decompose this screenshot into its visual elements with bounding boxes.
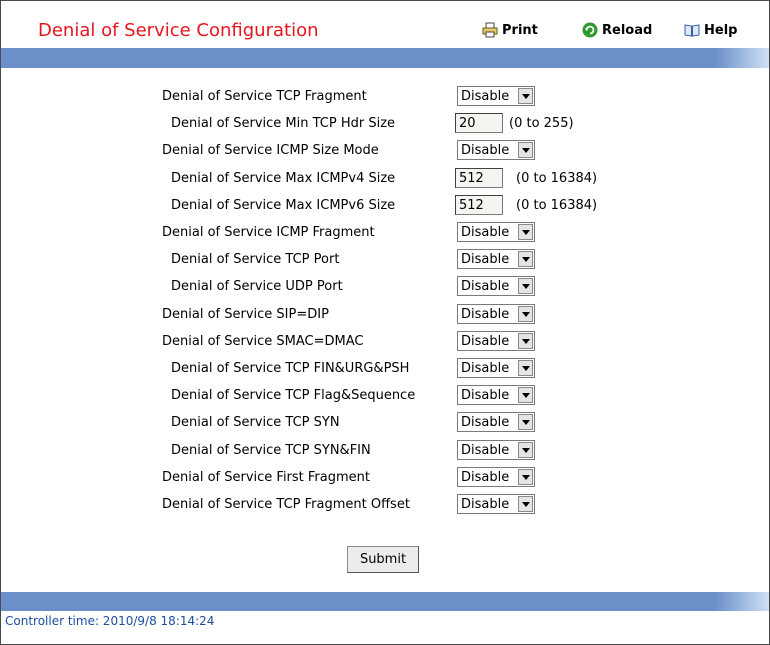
form-row: Denial of Service TCP SYN Disable [0,412,770,434]
field-label: Denial of Service First Fragment [162,470,370,485]
field-label: Denial of Service TCP Fragment Offset [162,497,410,512]
field-label: Denial of Service TCP FIN&URG&PSH [171,361,410,376]
dropdown-select[interactable]: Disable [457,222,535,242]
dropdown-arrow-icon[interactable] [518,333,533,349]
number-input[interactable] [455,113,503,133]
reload-button[interactable]: Reload [582,22,652,38]
dropdown-select[interactable]: Disable [457,249,535,269]
number-input[interactable] [455,168,503,188]
form-row: Denial of Service ICMP Fragment Disable [0,222,770,244]
field-label: Denial of Service Max ICMPv6 Size [171,198,396,213]
form-row: Denial of Service TCP FIN&URG&PSH Disable [0,358,770,380]
dropdown-select[interactable]: Disable [457,358,535,378]
dropdown-arrow-icon[interactable] [518,496,533,512]
dropdown-arrow-icon[interactable] [518,142,533,158]
form-row: Denial of Service TCP SYN&FIN Disable [0,440,770,462]
dropdown-arrow-icon[interactable] [518,442,533,458]
reload-icon [582,22,598,38]
field-label: Denial of Service Min TCP Hdr Size [171,116,396,131]
dropdown-arrow-icon[interactable] [518,278,533,294]
dropdown-value: Disable [461,415,510,430]
field-label: Denial of Service TCP SYN&FIN [171,443,371,458]
dropdown-value: Disable [461,470,510,485]
form-row: Denial of Service TCP Fragment Disable [0,86,770,108]
dropdown-arrow-icon[interactable] [518,414,533,430]
form-row: Denial of Service TCP Flag&Sequence Disab… [0,385,770,407]
controller-time: Controller time: 2010/9/8 18:14:24 [5,614,215,628]
footer-divider-bar [1,592,769,611]
dropdown-value: Disable [461,143,510,158]
dropdown-value: Disable [461,361,510,376]
field-label: Denial of Service TCP Flag&Sequence [171,388,416,403]
number-input[interactable] [455,195,503,215]
dropdown-value: Disable [461,225,510,240]
dropdown-arrow-icon[interactable] [518,251,533,267]
field-label: Denial of Service ICMP Size Mode [162,143,379,158]
dropdown-select[interactable]: Disable [457,86,535,106]
dropdown-select[interactable]: Disable [457,412,535,432]
help-book-icon [684,22,700,38]
form-row: Denial of Service First Fragment Disable [0,467,770,489]
page-header: Denial of Service Configuration Print Re… [1,1,769,48]
form-row: Denial of Service Max ICMPv4 Size (0 to 1… [0,168,770,190]
dropdown-arrow-icon[interactable] [518,469,533,485]
field-label: Denial of Service TCP Fragment [162,89,367,104]
field-label: Denial of Service TCP SYN [171,415,340,430]
dropdown-value: Disable [461,388,510,403]
dropdown-value: Disable [461,497,510,512]
field-label: Denial of Service UDP Port [171,279,343,294]
printer-icon [482,22,498,38]
reload-label: Reload [602,22,653,38]
help-label: Help [704,22,738,38]
form-row: Denial of Service TCP Port Disable [0,249,770,271]
dropdown-select[interactable]: Disable [457,140,535,160]
form-row: Denial of Service SMAC=DMAC Disable [0,331,770,353]
form-row: Denial of Service Max ICMPv6 Size (0 to 1… [0,195,770,217]
print-label: Print [502,22,538,38]
dropdown-select[interactable]: Disable [457,276,535,296]
dropdown-select[interactable]: Disable [457,467,535,487]
dropdown-select[interactable]: Disable [457,331,535,351]
field-label: Denial of Service SMAC=DMAC [162,334,364,349]
field-label: Denial of Service Max ICMPv4 Size [171,171,396,186]
dropdown-arrow-icon[interactable] [518,387,533,403]
dropdown-value: Disable [461,307,510,322]
form-row: Denial of Service SIP=DIP Disable [0,304,770,326]
dropdown-select[interactable]: Disable [457,440,535,460]
help-button[interactable]: Help [684,22,737,38]
dropdown-arrow-icon[interactable] [518,224,533,240]
dropdown-select[interactable]: Disable [457,494,535,514]
dropdown-select[interactable]: Disable [457,304,535,324]
range-hint: (0 to 255) [509,116,574,131]
dropdown-value: Disable [461,334,510,349]
form-row: Denial of Service TCP Fragment Offset Dis… [0,494,770,516]
dropdown-arrow-icon[interactable] [518,360,533,376]
range-hint: (0 to 16384) [516,171,598,186]
field-label: Denial of Service ICMP Fragment [162,225,375,240]
dropdown-select[interactable]: Disable [457,385,535,405]
header-divider-bar [1,48,769,68]
dropdown-arrow-icon[interactable] [518,306,533,322]
dropdown-value: Disable [461,89,510,104]
dropdown-value: Disable [461,252,510,267]
form-row: Denial of Service ICMP Size Mode Disable [0,140,770,162]
dropdown-value: Disable [461,279,510,294]
field-label: Denial of Service TCP Port [171,252,340,267]
print-button[interactable]: Print [482,22,538,38]
submit-button[interactable]: Submit [347,546,419,573]
page-title: Denial of Service Configuration [38,20,319,41]
field-label: Denial of Service SIP=DIP [162,307,329,322]
range-hint: (0 to 16384) [516,198,598,213]
form-row: Denial of Service UDP Port Disable [0,276,770,298]
dropdown-value: Disable [461,443,510,458]
form-row: Denial of Service Min TCP Hdr Size (0 to … [0,113,770,135]
dropdown-arrow-icon[interactable] [518,88,533,104]
